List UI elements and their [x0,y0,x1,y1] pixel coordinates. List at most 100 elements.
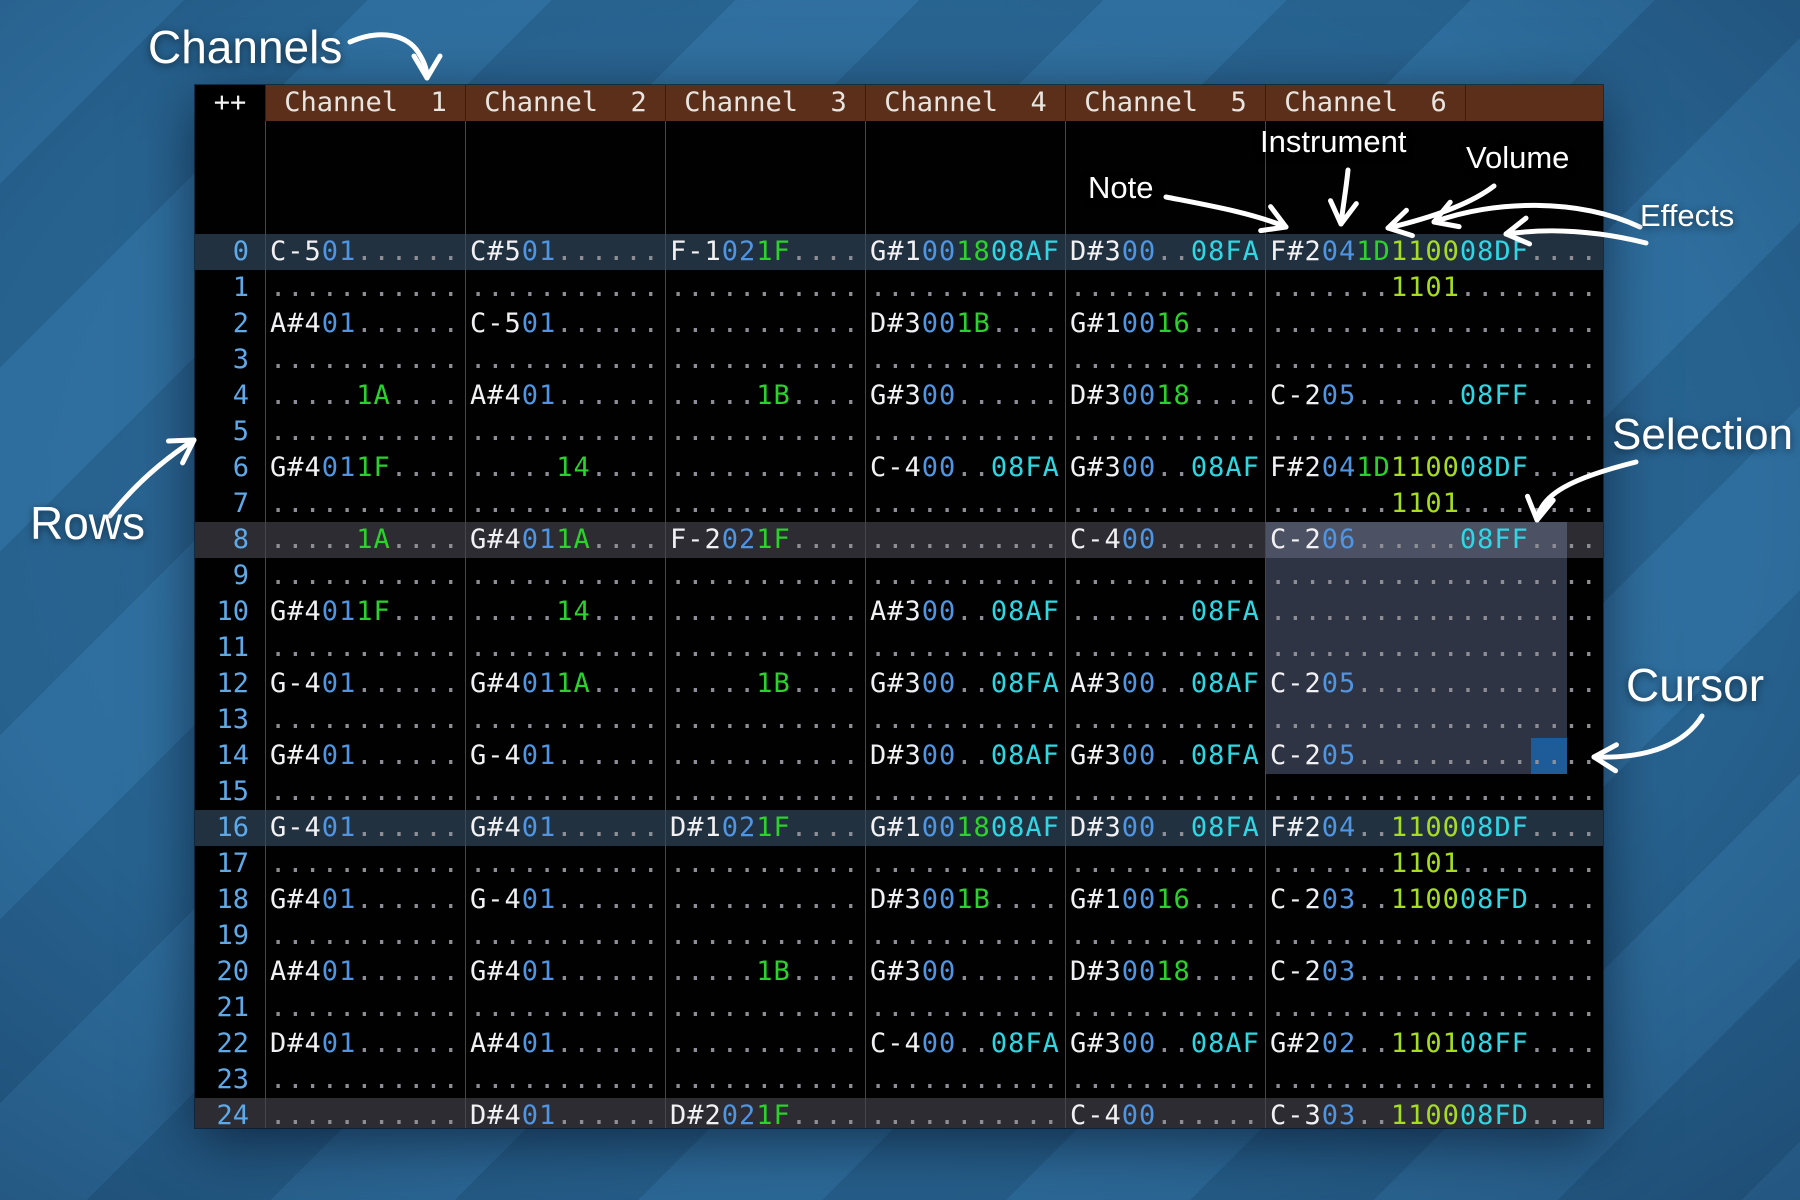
pattern-cell-ch3[interactable]: ........... [665,270,865,306]
pattern-cell-ch6[interactable]: .......1101........ [1265,846,1603,882]
pattern-cell-ch1[interactable]: G-401...... [265,810,465,846]
pattern-cell-ch5[interactable]: D#300..08FA [1065,810,1265,846]
pattern-cell-ch6[interactable]: ................... [1265,342,1603,378]
pattern-cell-ch4[interactable]: ........... [865,990,1065,1026]
pattern-cell-ch4[interactable]: C-400..08FA [865,450,1065,486]
pattern-cell-ch3[interactable]: F-1021F.... [665,234,865,270]
pattern-cell-ch6[interactable]: ................... [1265,990,1603,1026]
pattern-cell-ch4[interactable]: ........... [865,630,1065,666]
pattern-cell-ch5[interactable]: ........... [1065,990,1265,1026]
pattern-cell-ch5[interactable]: ........... [1065,702,1265,738]
pattern-cell-ch4[interactable]: ........... [865,270,1065,306]
pattern-cell-ch1[interactable]: ........... [265,1062,465,1098]
pattern-cell-ch5[interactable]: ........... [1065,918,1265,954]
pattern-cell-ch4[interactable]: ........... [865,522,1065,558]
pattern-cell-ch6[interactable]: G#202..110108FF.... [1265,1026,1603,1062]
pattern-cell-ch1[interactable]: ........... [265,342,465,378]
pattern-cell-ch6[interactable]: ................... [1265,630,1603,666]
pattern-cell-ch6[interactable]: C-205.............. [1265,738,1603,774]
pattern-cell-ch2[interactable]: G#401...... [465,810,665,846]
pattern-cell-ch4[interactable]: ........... [865,1098,1065,1128]
pattern-cell-ch3[interactable]: ........... [665,450,865,486]
pattern-cell-ch6[interactable]: ................... [1265,558,1603,594]
pattern-cell-ch2[interactable]: ........... [465,918,665,954]
pattern-cell-ch6[interactable]: ................... [1265,774,1603,810]
pattern-cell-ch5[interactable]: G#10016.... [1065,882,1265,918]
pattern-cell-ch1[interactable]: G#401...... [265,882,465,918]
pattern-cell-ch4[interactable]: ........... [865,414,1065,450]
pattern-cell-ch6[interactable]: C-205.............. [1265,666,1603,702]
pattern-cell-ch4[interactable]: D#3001B.... [865,306,1065,342]
pattern-cell-ch4[interactable]: ........... [865,342,1065,378]
pattern-cell-ch6[interactable]: .......1101........ [1265,270,1603,306]
pattern-cell-ch3[interactable]: ........... [665,882,865,918]
pattern-cell-ch3[interactable]: ........... [665,306,865,342]
pattern-cell-ch5[interactable]: ........... [1065,414,1265,450]
pattern-cell-ch5[interactable]: C-400...... [1065,522,1265,558]
pattern-cell-ch1[interactable]: ........... [265,486,465,522]
pattern-cell-ch2[interactable]: G-401...... [465,882,665,918]
pattern-cell-ch6[interactable]: ................... [1265,1062,1603,1098]
pattern-cell-ch3[interactable]: .....1B.... [665,954,865,990]
pattern-cell-ch4[interactable]: G#1001808AF [865,810,1065,846]
pattern-cell-ch2[interactable]: C-501...... [465,306,665,342]
pattern-cell-ch3[interactable]: ........... [665,1026,865,1062]
pattern-cell-ch3[interactable]: ........... [665,486,865,522]
pattern-cell-ch1[interactable]: ........... [265,774,465,810]
pattern-cell-ch6[interactable]: C-303..110008FD.... [1265,1098,1603,1128]
pattern-cell-ch2[interactable]: ........... [465,702,665,738]
pattern-cell-ch3[interactable]: ........... [665,342,865,378]
pattern-cell-ch4[interactable]: ........... [865,558,1065,594]
pattern-cell-ch2[interactable]: D#401...... [465,1098,665,1128]
pattern-cell-ch4[interactable]: ........... [865,846,1065,882]
pattern-cell-ch2[interactable]: ........... [465,846,665,882]
pattern-cell-ch3[interactable]: ........... [665,1062,865,1098]
pattern-cell-ch5[interactable]: D#30018.... [1065,954,1265,990]
pattern-cell-ch4[interactable]: G#1001808AF [865,234,1065,270]
pattern-cell-ch1[interactable]: ........... [265,846,465,882]
pattern-cell-ch5[interactable]: G#300..08FA [1065,738,1265,774]
pattern-cell-ch1[interactable]: D#401...... [265,1026,465,1062]
pattern-cell-ch2[interactable]: G#4011A.... [465,666,665,702]
pattern-cell-ch1[interactable]: G-401...... [265,666,465,702]
channel-header-1[interactable]: Channel 1 [265,85,465,121]
pattern-cell-ch5[interactable]: C-400...... [1065,1098,1265,1128]
pattern-cell-ch5[interactable]: ........... [1065,342,1265,378]
pattern-cell-ch2[interactable]: G#4011A.... [465,522,665,558]
pattern-cell-ch6[interactable]: C-203.............. [1265,954,1603,990]
pattern-cell-ch6[interactable]: F#2041D110008DF.... [1265,450,1603,486]
pattern-cell-ch5[interactable]: D#300..08FA [1065,234,1265,270]
pattern-cell-ch6[interactable]: ................... [1265,702,1603,738]
pattern-cell-ch4[interactable]: G#300...... [865,954,1065,990]
pattern-cell-ch3[interactable]: ........... [665,846,865,882]
pattern-cell-ch5[interactable]: ........... [1065,774,1265,810]
pattern-cell-ch2[interactable]: ........... [465,990,665,1026]
pattern-cell-ch3[interactable]: ........... [665,990,865,1026]
pattern-cell-ch3[interactable]: F-2021F.... [665,522,865,558]
pattern-cell-ch2[interactable]: ........... [465,270,665,306]
pattern-cell-ch3[interactable]: ........... [665,702,865,738]
pattern-cell-ch5[interactable]: G#10016.... [1065,306,1265,342]
pattern-cell-ch1[interactable]: G#401...... [265,738,465,774]
pattern-cell-ch1[interactable]: ........... [265,270,465,306]
pattern-cell-ch5[interactable]: ........... [1065,486,1265,522]
pattern-cell-ch1[interactable]: A#401...... [265,306,465,342]
pattern-cell-ch1[interactable]: ........... [265,558,465,594]
channel-header-2[interactable]: Channel 2 [465,85,665,121]
pattern-cell-ch4[interactable]: D#3001B.... [865,882,1065,918]
pattern-cell-ch6[interactable]: F#2041D110008DF.... [1265,234,1603,270]
pattern-cell-ch5[interactable]: ........... [1065,1062,1265,1098]
pattern-cell-ch2[interactable]: .....14.... [465,450,665,486]
pattern-cell-ch6[interactable]: .......1101........ [1265,486,1603,522]
pattern-cell-ch4[interactable]: D#300..08AF [865,738,1065,774]
pattern-cell-ch5[interactable]: G#300..08AF [1065,450,1265,486]
pattern-cell-ch2[interactable]: G-401...... [465,738,665,774]
pattern-cell-ch3[interactable]: D#1021F.... [665,810,865,846]
pattern-cell-ch4[interactable]: ........... [865,774,1065,810]
channel-header-6[interactable]: Channel 6 [1265,85,1465,121]
pattern-cell-ch6[interactable]: C-206......08FF.... [1265,522,1603,558]
pattern-cell-ch2[interactable]: ........... [465,486,665,522]
pattern-cell-ch2[interactable]: ........... [465,342,665,378]
pattern-cell-ch6[interactable]: ................... [1265,594,1603,630]
pattern-cell-ch1[interactable]: ........... [265,630,465,666]
